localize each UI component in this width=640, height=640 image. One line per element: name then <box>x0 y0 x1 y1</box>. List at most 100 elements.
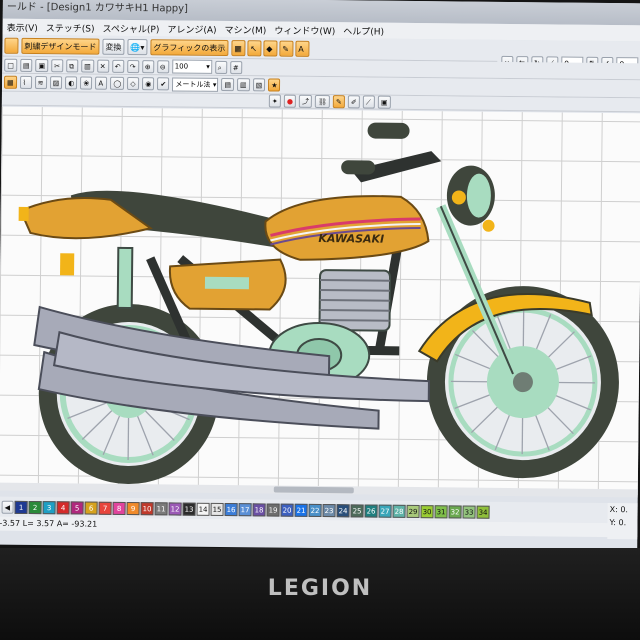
color-swatch[interactable]: 14 <box>196 502 210 516</box>
x-label: X: <box>609 505 618 515</box>
link-icon[interactable]: ⛓ <box>314 94 330 109</box>
color-swatch[interactable]: 11 <box>154 501 168 515</box>
side-cover-badge <box>204 276 250 290</box>
applique-icon[interactable]: ◐ <box>65 76 78 90</box>
new-icon[interactable]: □ <box>4 58 17 72</box>
color-swatch[interactable]: 6 <box>84 501 98 515</box>
color-swatch[interactable]: 7 <box>98 501 112 515</box>
color-swatch[interactable]: 15 <box>210 502 224 516</box>
node-icon[interactable]: ◇ <box>127 76 140 91</box>
menu-stitch[interactable]: ステッチ(S) <box>42 21 99 35</box>
pen-icon[interactable]: ✎ <box>279 40 294 57</box>
color-swatch[interactable]: 17 <box>238 502 252 516</box>
brush-icon[interactable]: ✐ <box>347 95 360 109</box>
motif-icon[interactable]: ❀ <box>80 76 93 90</box>
design-canvas[interactable]: KAWASAKI <box>0 106 640 496</box>
color-swatch[interactable]: 19 <box>266 502 280 517</box>
lock-icon[interactable]: ▣ <box>377 95 391 109</box>
menu-machine[interactable]: マシン(M) <box>221 22 271 36</box>
color-swatch[interactable]: 1 <box>14 500 28 514</box>
color-swatch[interactable]: 34 <box>476 505 490 519</box>
layers-icon[interactable]: ▧ <box>252 78 266 92</box>
check-icon[interactable]: ✔ <box>157 77 170 91</box>
undo-icon[interactable]: ↶ <box>111 59 124 73</box>
table-icon[interactable]: ▤ <box>221 77 235 92</box>
stitch-tool-icon[interactable]: ▦ <box>3 75 17 89</box>
zoom-out-icon[interactable]: ⊖ <box>156 59 169 73</box>
zoom-dropdown[interactable]: 100 <box>171 59 212 74</box>
color-swatch[interactable]: 21 <box>294 503 308 517</box>
chart-icon[interactable]: ▥ <box>236 78 250 92</box>
run-stitch-icon[interactable]: ⌇ <box>19 75 32 89</box>
color-swatch[interactable]: 30 <box>420 504 434 518</box>
monitor-screen: ールド - [Design1 カワサキH1 Happy] 表示(V) ステッチ(… <box>0 0 640 552</box>
unit-dropdown[interactable]: メートル法 <box>172 76 219 92</box>
satin-icon[interactable]: ≋ <box>34 76 47 90</box>
turn-signal-right <box>482 219 495 232</box>
color-swatch[interactable]: 31 <box>434 504 448 518</box>
menu-arrange[interactable]: アレンジ(A) <box>163 22 220 36</box>
menu-view[interactable]: 表示(V) <box>3 20 42 33</box>
handlebar-grip <box>367 122 410 139</box>
mode-edge-button[interactable] <box>4 37 19 54</box>
color-swatch[interactable]: 12 <box>168 501 182 516</box>
menu-special[interactable]: スペシャル(P) <box>98 21 163 35</box>
fill-icon[interactable]: ◆ <box>263 39 278 57</box>
motorcycle-embroidery: KAWASAKI <box>18 122 619 485</box>
color-swatch[interactable]: 10 <box>140 501 154 515</box>
y-value: 0. <box>618 518 627 528</box>
x-value: 0. <box>620 505 629 515</box>
scrollbar-thumb[interactable] <box>273 486 354 494</box>
select-icon[interactable]: ▦ <box>231 39 246 56</box>
graphics-display-button[interactable]: グラフィックの表示 <box>150 38 229 56</box>
shape-icon[interactable]: ◯ <box>110 76 125 90</box>
palette-arrow-icon[interactable]: ◀ <box>1 500 14 514</box>
color-swatch[interactable]: 32 <box>448 504 462 518</box>
color-swatch[interactable]: 16 <box>224 502 238 516</box>
color-swatch[interactable]: 28 <box>392 504 406 518</box>
color-swatch[interactable]: 22 <box>308 503 322 517</box>
magnifier-icon[interactable]: ⌕ <box>214 60 227 74</box>
color-swatch[interactable]: 4 <box>56 500 70 514</box>
color-swatch[interactable]: 18 <box>252 502 266 516</box>
color-swatch[interactable]: 5 <box>70 500 84 515</box>
color-swatch[interactable]: 26 <box>364 503 378 518</box>
color-swatch[interactable]: 2 <box>28 500 42 514</box>
embroidery-design-mode-button[interactable]: 刺繍デザインモード <box>21 37 100 55</box>
save-icon[interactable]: ▣ <box>35 58 49 72</box>
color-swatch[interactable]: 27 <box>378 504 392 518</box>
trace-icon[interactable]: ✎ <box>332 95 345 109</box>
zoom-in-icon[interactable]: ⊕ <box>141 59 154 73</box>
color-swatch[interactable]: 24 <box>336 503 350 517</box>
grid-icon[interactable]: # <box>229 60 242 74</box>
color-swatch[interactable]: 3 <box>42 500 56 514</box>
color-icon[interactable]: ◉ <box>142 77 155 91</box>
globe-icon[interactable]: 🌐▾ <box>127 38 148 55</box>
color-swatch[interactable]: 33 <box>462 505 476 519</box>
copy-icon[interactable]: ⧉ <box>66 58 79 72</box>
highlight-icon[interactable]: ★ <box>268 78 281 92</box>
delete-icon[interactable]: ✕ <box>96 59 109 73</box>
paste-icon[interactable]: ▥ <box>81 58 94 73</box>
color-swatch[interactable]: 23 <box>322 503 336 517</box>
color-swatch[interactable]: 9 <box>126 501 140 515</box>
color-swatch[interactable]: 8 <box>112 501 126 515</box>
color-swatch[interactable]: 25 <box>350 503 364 517</box>
menu-help[interactable]: ヘルプ(H) <box>339 24 388 38</box>
color-swatch[interactable]: 29 <box>406 504 420 518</box>
redo-icon[interactable]: ↷ <box>126 59 139 73</box>
convert-button[interactable]: 変換 <box>102 38 125 55</box>
branch-icon[interactable]: ⤴ <box>298 94 313 108</box>
menu-window[interactable]: ウィンドウ(W) <box>270 23 339 37</box>
color-swatch[interactable]: 20 <box>280 503 294 517</box>
open-icon[interactable]: ▤ <box>19 58 33 72</box>
fill-stitch-icon[interactable]: ▨ <box>49 76 63 90</box>
lettering-icon[interactable]: A <box>95 76 108 90</box>
marker-icon[interactable]: ✦ <box>268 94 281 108</box>
text-icon[interactable]: A <box>295 40 310 57</box>
red-dot-icon[interactable]: ● <box>283 94 297 108</box>
color-swatch[interactable]: 13 <box>182 502 196 516</box>
pointer-icon[interactable]: ↖ <box>247 39 262 56</box>
cut-icon[interactable]: ✂ <box>51 58 64 72</box>
needle-icon[interactable]: ⟋ <box>362 95 375 109</box>
